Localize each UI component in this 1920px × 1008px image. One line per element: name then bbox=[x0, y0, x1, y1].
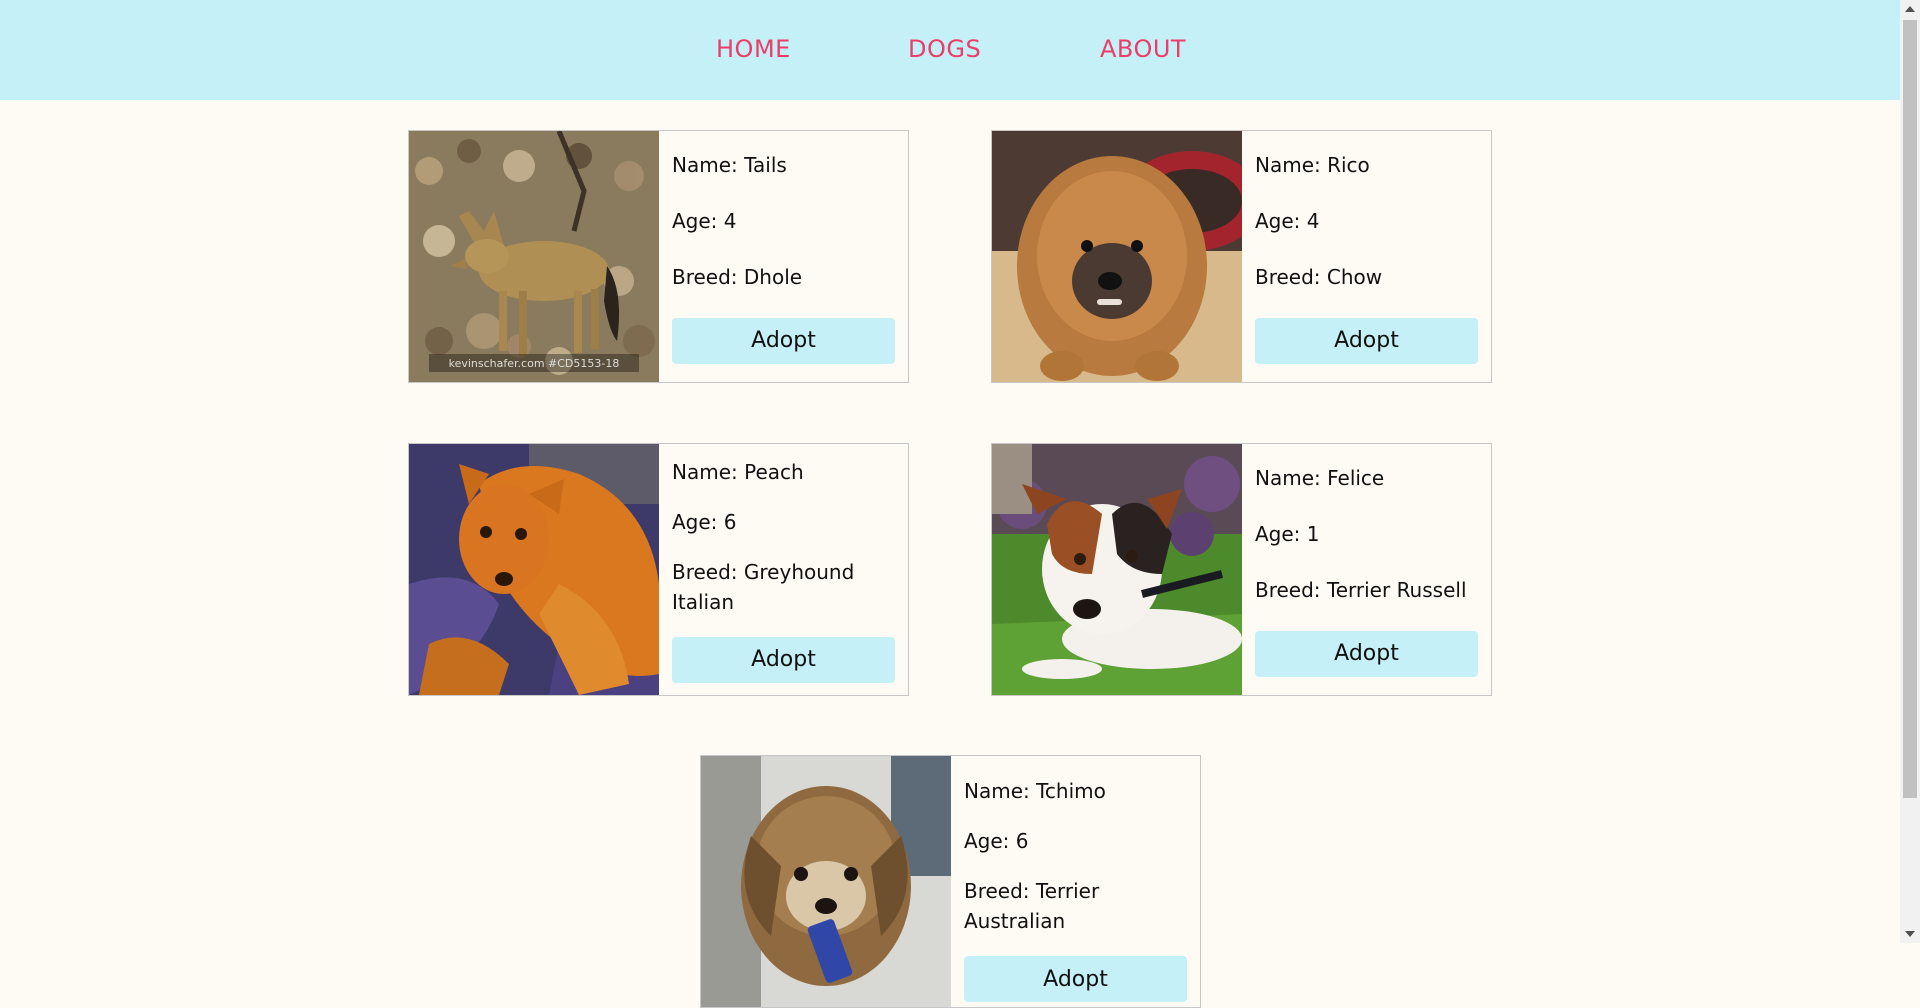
dog-photo-tchimo bbox=[701, 756, 951, 1007]
dog-breed: Breed: Terrier Australian bbox=[964, 879, 1100, 933]
dog-photo-felice bbox=[992, 444, 1242, 695]
dog-card-peach: Name: Peach Age: 6 Breed: Greyhound Ital… bbox=[408, 443, 909, 696]
dog-info-tchimo: Name: Tchimo Age: 6 Breed: Terrier Austr… bbox=[964, 756, 1187, 1007]
dog-name: Name: Tchimo bbox=[964, 779, 1106, 803]
dog-card-tchimo: Name: Tchimo Age: 6 Breed: Terrier Austr… bbox=[700, 755, 1201, 1008]
dog-photo-tails: kevinschafer.com #CD5153-18 bbox=[409, 131, 659, 382]
dog-name: Name: Tails bbox=[672, 152, 787, 177]
dog-card-tails: kevinschafer.com #CD5153-18 Name: Tails … bbox=[408, 130, 909, 383]
dog-age: Age: 4 bbox=[672, 208, 737, 233]
dog-age: Age: 6 bbox=[964, 829, 1029, 853]
dog-name: Name: Rico bbox=[1255, 152, 1370, 177]
dog-photo-peach bbox=[409, 444, 659, 695]
adopt-button-peach[interactable]: Adopt bbox=[672, 636, 895, 683]
photo-watermark: kevinschafer.com #CD5153-18 bbox=[449, 357, 620, 370]
dog-info-felice: Name: Felice Age: 1 Breed: Terrier Russe… bbox=[1255, 444, 1478, 695]
adopt-button-tails[interactable]: Adopt bbox=[672, 317, 895, 364]
adopt-button-felice[interactable]: Adopt bbox=[1255, 630, 1478, 677]
top-nav: HOME DOGS ABOUT bbox=[0, 0, 1900, 100]
adopt-button-rico[interactable]: Adopt bbox=[1255, 317, 1478, 364]
scroll-up-icon[interactable] bbox=[1900, 0, 1920, 18]
dog-breed: Breed: Dhole bbox=[672, 264, 803, 289]
dog-breed: Breed: Chow bbox=[1255, 264, 1383, 289]
dog-age: Age: 6 bbox=[672, 509, 737, 534]
nav-about-link[interactable]: ABOUT bbox=[1100, 35, 1186, 63]
dog-age: Age: 1 bbox=[1255, 521, 1320, 546]
dog-info-rico: Name: Rico Age: 4 Breed: Chow Adopt bbox=[1255, 131, 1478, 382]
nav-home-link[interactable]: HOME bbox=[716, 35, 791, 63]
vertical-scrollbar[interactable] bbox=[1900, 0, 1920, 943]
dog-photo-rico bbox=[992, 131, 1242, 382]
dog-info-peach: Name: Peach Age: 6 Breed: Greyhound Ital… bbox=[672, 444, 895, 695]
dog-age: Age: 4 bbox=[1255, 208, 1320, 233]
nav-dogs-link[interactable]: DOGS bbox=[908, 35, 981, 63]
dog-name: Name: Felice bbox=[1255, 465, 1385, 490]
scroll-down-icon[interactable] bbox=[1900, 925, 1920, 943]
dog-card-felice: Name: Felice Age: 1 Breed: Terrier Russe… bbox=[991, 443, 1492, 696]
dog-breed: Breed: Greyhound Italian bbox=[672, 559, 855, 614]
dog-name: Name: Peach bbox=[672, 459, 804, 484]
dog-card-rico: Name: Rico Age: 4 Breed: Chow Adopt bbox=[991, 130, 1492, 383]
dog-info-tails: Name: Tails Age: 4 Breed: Dhole Adopt bbox=[672, 131, 895, 382]
dog-breed: Breed: Terrier Russell bbox=[1255, 577, 1467, 602]
scroll-thumb[interactable] bbox=[1903, 20, 1917, 798]
adopt-button-tchimo[interactable]: Adopt bbox=[964, 956, 1187, 1002]
